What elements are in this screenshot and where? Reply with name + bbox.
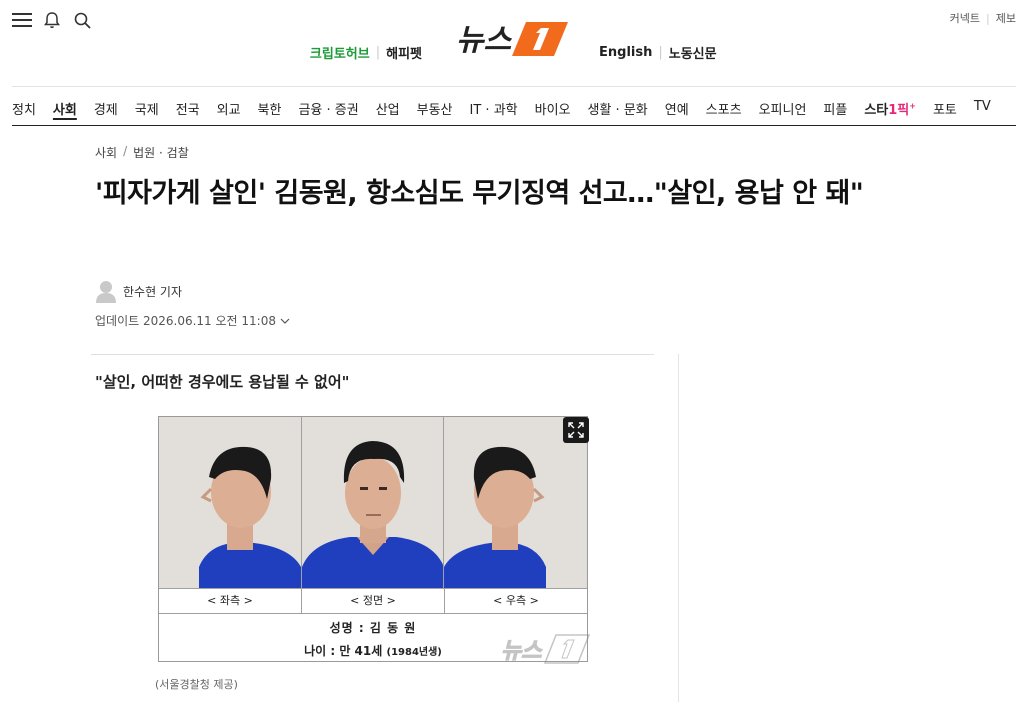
star-label: 스타	[864, 103, 889, 118]
nav-item-entertainment[interactable]: 연예	[665, 99, 689, 118]
brand-left-links: 크립토허브 | 해피펫	[310, 43, 422, 62]
news1-watermark: 뉴스	[501, 631, 593, 665]
article-title: '피자가게 살인' 김동원, 항소심도 무기징역 선고…"살인, 용납 안 돼"	[95, 178, 864, 209]
label-left: < 좌측 >	[159, 589, 302, 613]
update-time[interactable]: 업데이트 2026.06.11 오전 11:08	[95, 312, 290, 329]
photo-panel-front	[301, 417, 445, 588]
reporter-name[interactable]: 한수현 기자	[123, 283, 182, 300]
suspect-birth-year: (1984년생)	[386, 647, 442, 658]
nav-item-politics[interactable]: 정치	[12, 99, 36, 118]
photo-panel-left	[159, 417, 302, 588]
main-nav: 정치 사회 경제 국제 전국 외교 북한 금융 · 증권 산업 부동산 IT ·…	[12, 99, 1008, 118]
photo-panels	[159, 417, 587, 588]
labor-newspaper-link[interactable]: 노동신문	[669, 43, 717, 62]
brand-right-links: English | 노동신문	[599, 43, 717, 62]
breadcrumb: 사회 / 법원 · 검찰	[95, 144, 189, 161]
english-link[interactable]: English	[599, 45, 652, 60]
nav-item-people[interactable]: 피플	[823, 99, 847, 118]
logo-text: 뉴스	[456, 23, 513, 58]
happypet-link[interactable]: 해피펫	[386, 43, 422, 62]
nav-item-photo[interactable]: 포토	[933, 99, 957, 118]
label-front: < 정면 >	[302, 589, 445, 613]
star-suffix: 1픽	[888, 103, 910, 118]
nav-item-industry[interactable]: 산업	[376, 99, 400, 118]
nav-item-sports[interactable]: 스포츠	[706, 99, 742, 118]
update-text: 업데이트 2026.06.11 오전 11:08	[95, 314, 276, 328]
nav-item-finance[interactable]: 금융 · 증권	[298, 99, 358, 118]
breadcrumb-separator: /	[123, 144, 128, 158]
nav-item-real-estate[interactable]: 부동산	[417, 99, 453, 118]
sidebar-divider	[678, 354, 679, 702]
nav-item-tv[interactable]: TV	[974, 99, 991, 118]
suspect-age-main: 나이 : 만 41세	[304, 644, 383, 658]
star-mark: +	[909, 101, 916, 111]
separator: |	[658, 45, 663, 60]
nav-item-international[interactable]: 국제	[135, 99, 159, 118]
article-divider	[91, 354, 654, 355]
svg-text:뉴스: 뉴스	[501, 639, 543, 664]
crypto-hub-link[interactable]: 크립토허브	[310, 43, 370, 62]
nav-item-diplomacy[interactable]: 외교	[217, 99, 241, 118]
nav-item-economy[interactable]: 경제	[94, 99, 118, 118]
nav-item-life-culture[interactable]: 생활 · 문화	[588, 99, 648, 118]
nav-item-opinion[interactable]: 오피니언	[759, 99, 807, 118]
chevron-down-icon	[280, 314, 290, 328]
label-right: < 우측 >	[493, 594, 539, 607]
photo-caption: (서울경찰청 제공)	[155, 678, 238, 691]
nav-item-society[interactable]: 사회	[53, 99, 77, 118]
byline: 한수현 기자	[95, 279, 182, 303]
nav-item-north-korea[interactable]: 북한	[258, 99, 282, 118]
nav-item-national[interactable]: 전국	[176, 99, 200, 118]
breadcrumb-subsection[interactable]: 법원 · 검찰	[133, 144, 189, 161]
brand-row: 크립토허브 | 해피펫 뉴스 English | 노동신문	[0, 0, 1032, 84]
nav-item-bio[interactable]: 바이오	[535, 99, 571, 118]
reporter-avatar	[95, 279, 117, 303]
separator: |	[375, 45, 381, 60]
breadcrumb-section[interactable]: 사회	[95, 144, 117, 161]
article-subtitle: "살인, 어떠한 경우에도 용납될 수 없어"	[95, 373, 350, 391]
news1-logo[interactable]: 뉴스	[456, 16, 572, 60]
mugshot-photo[interactable]: < 좌측 > < 정면 > < 우측 > 성명 : 김 동 원 나이 : 만 4…	[158, 416, 591, 665]
nav-item-star1pick[interactable]: 스타1픽+	[864, 99, 916, 118]
photo-labels: < 좌측 > < 정면 > < 우측 >	[159, 588, 587, 614]
expand-icon[interactable]	[563, 417, 589, 443]
header-divider	[12, 86, 1016, 87]
nav-divider	[12, 125, 1016, 126]
nav-item-it-science[interactable]: IT · 과학	[470, 99, 518, 118]
